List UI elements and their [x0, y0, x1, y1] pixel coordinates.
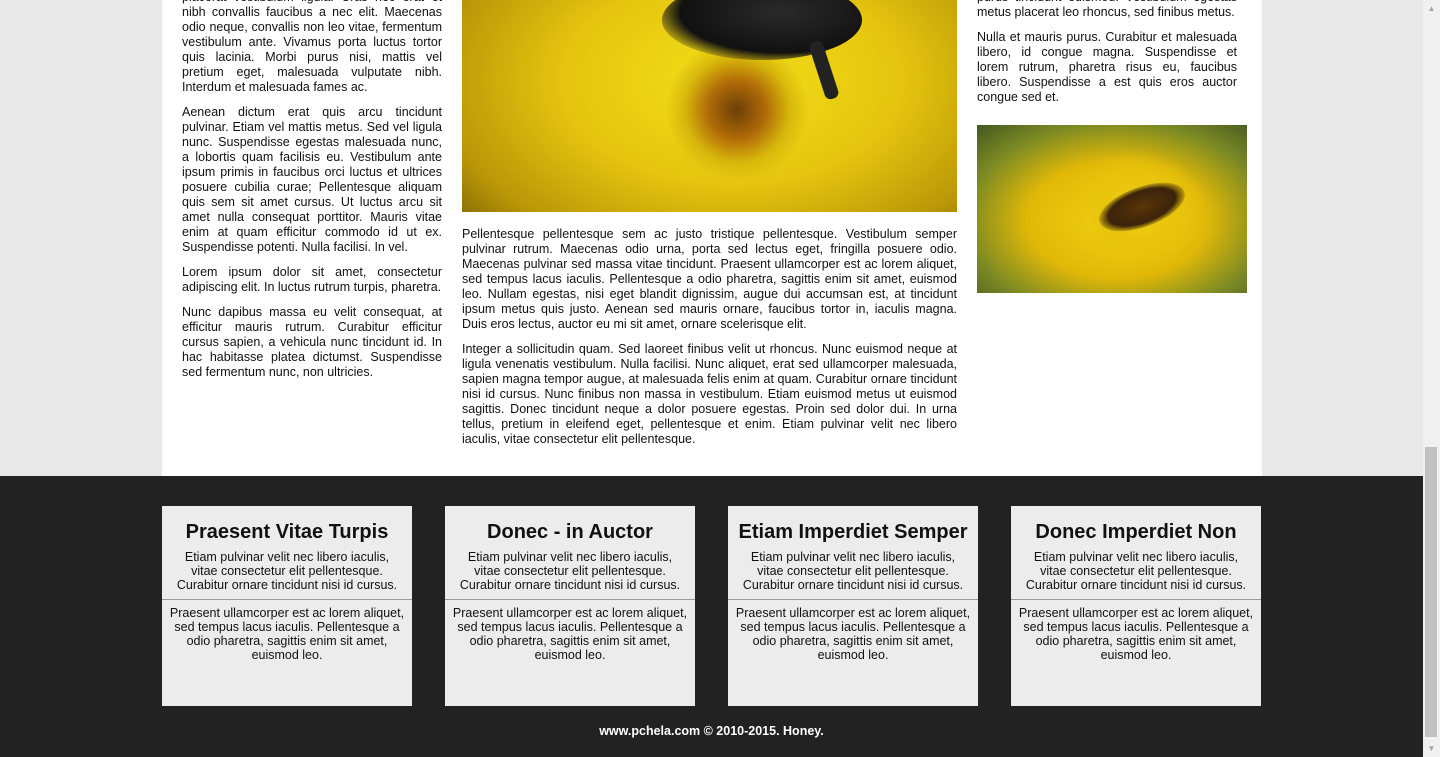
- scroll-down-arrow-icon[interactable]: ▼: [1423, 740, 1440, 757]
- right-column: purus tincidunt euismod. Vestibulum eges…: [977, 0, 1247, 293]
- middle-column: Pellentesque pellentesque sem ac justo t…: [462, 0, 957, 457]
- card-body: Praesent ullamcorper est ac lorem alique…: [1018, 606, 1254, 662]
- card-title: Donec Imperdiet Non: [1035, 521, 1237, 543]
- right-paragraph-1: purus tincidunt euismod. Vestibulum eges…: [977, 0, 1237, 19]
- left-column: placerat vestibulum ligula. Cras nec era…: [182, 0, 442, 390]
- vertical-scrollbar[interactable]: ▲ ▼: [1423, 0, 1440, 757]
- middle-paragraph-2: Integer a sollicitudin quam. Sed laoreet…: [462, 342, 957, 446]
- card-intro: Etiam pulvinar velit nec libero iaculis,…: [162, 550, 412, 600]
- footer-card-2: Donec - in Auctor Etiam pulvinar velit n…: [445, 506, 695, 706]
- left-paragraph-2: Aenean dictum erat quis arcu tincidunt p…: [182, 105, 442, 254]
- dandelion-bee-photo: [977, 125, 1247, 293]
- footer-card-3: Etiam Imperdiet Semper Etiam pulvinar ve…: [728, 506, 978, 706]
- footer-card-4: Donec Imperdiet Non Etiam pulvinar velit…: [1011, 506, 1261, 706]
- card-title: Praesent Vitae Turpis: [185, 521, 389, 543]
- copyright-text: www.pchela.com © 2010-2015. Honey.: [599, 724, 824, 738]
- left-paragraph-1: placerat vestibulum ligula. Cras nec era…: [182, 0, 442, 94]
- right-paragraph-2: Nulla et mauris purus. Curabitur et male…: [977, 30, 1237, 104]
- scrollbar-thumb[interactable]: [1425, 447, 1437, 737]
- card-intro: Etiam pulvinar velit nec libero iaculis,…: [445, 550, 695, 600]
- flower-bee-photo: [462, 0, 957, 212]
- card-title: Donec - in Auctor: [487, 521, 653, 543]
- left-paragraph-4: Nunc dapibus massa eu velit consequat, a…: [182, 305, 442, 379]
- card-intro: Etiam pulvinar velit nec libero iaculis,…: [1011, 550, 1261, 600]
- page-viewport: placerat vestibulum ligula. Cras nec era…: [0, 0, 1423, 757]
- scroll-up-arrow-icon[interactable]: ▲: [1423, 0, 1440, 17]
- card-body: Praesent ullamcorper est ac lorem alique…: [169, 606, 405, 662]
- bee-leg-shape: [808, 39, 840, 101]
- middle-paragraph-1: Pellentesque pellentesque sem ac justo t…: [462, 227, 957, 331]
- content-area: placerat vestibulum ligula. Cras nec era…: [162, 0, 1262, 476]
- card-body: Praesent ullamcorper est ac lorem alique…: [735, 606, 971, 662]
- footer-card-1: Praesent Vitae Turpis Etiam pulvinar vel…: [162, 506, 412, 706]
- footer: Praesent Vitae Turpis Etiam pulvinar vel…: [0, 476, 1423, 757]
- bee-shape: [662, 0, 862, 60]
- card-body: Praesent ullamcorper est ac lorem alique…: [452, 606, 688, 662]
- card-title: Etiam Imperdiet Semper: [738, 521, 968, 543]
- left-paragraph-3: Lorem ipsum dolor sit amet, consectetur …: [182, 265, 442, 294]
- card-intro: Etiam pulvinar velit nec libero iaculis,…: [728, 550, 978, 600]
- bee-shape-small: [1092, 172, 1192, 242]
